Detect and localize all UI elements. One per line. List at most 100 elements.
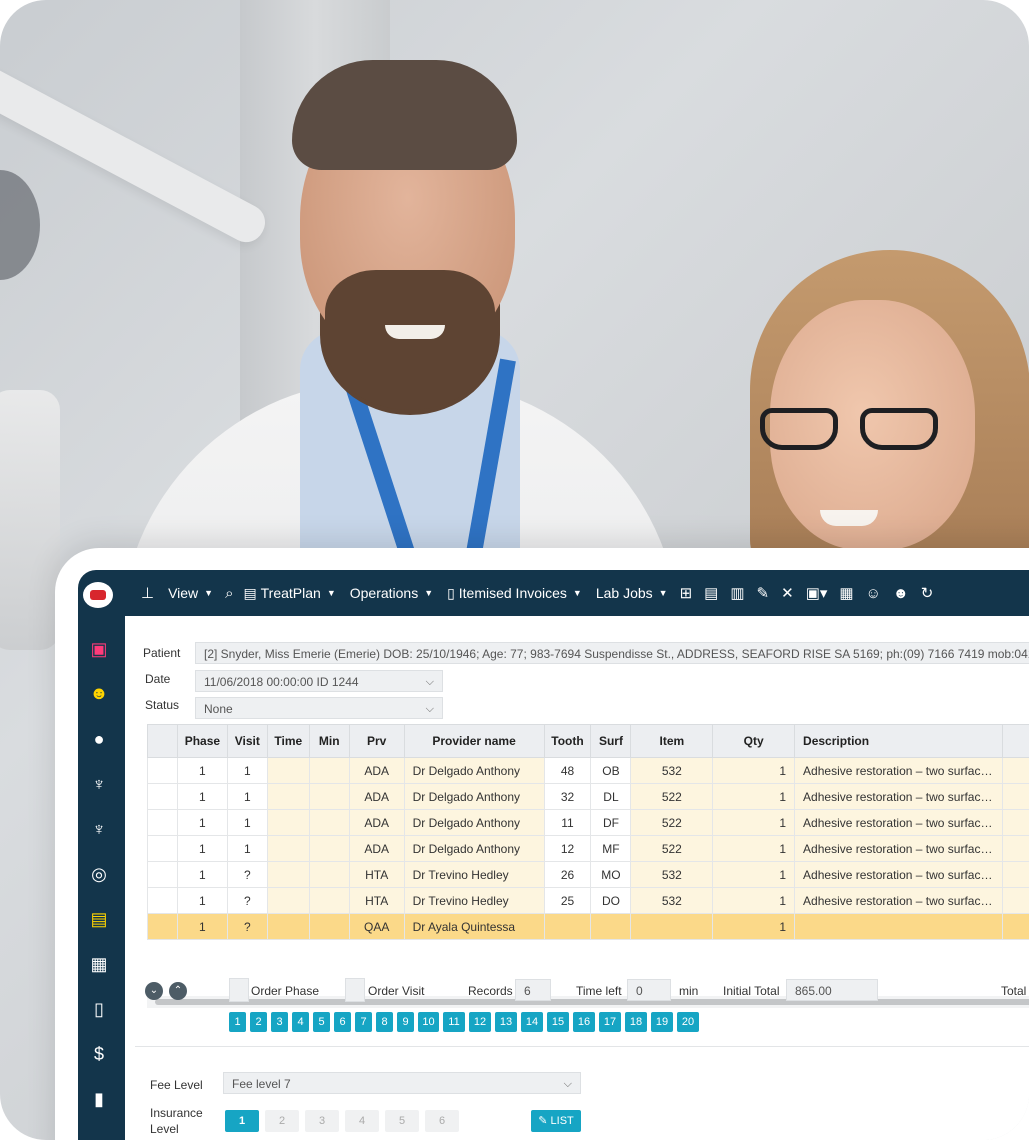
page-button[interactable]: 1 <box>229 1012 246 1032</box>
table-cell[interactable]: Adhesive restoration – two surfac… <box>794 783 1004 810</box>
column-header[interactable]: Qty <box>712 724 796 758</box>
page-button[interactable]: 14 <box>521 1012 543 1032</box>
table-cell[interactable]: 11 <box>543 809 592 836</box>
insurance-level-button[interactable]: 3 <box>305 1110 339 1132</box>
insurance-level-button[interactable]: 4 <box>345 1110 379 1132</box>
time-left-field[interactable]: 0 <box>627 979 671 1001</box>
table-cell[interactable]: OB <box>590 757 632 784</box>
page-button[interactable]: 5 <box>313 1012 330 1032</box>
page-button[interactable]: 6 <box>334 1012 351 1032</box>
table-cell[interactable]: 1 <box>712 783 796 810</box>
column-header[interactable]: Min <box>308 724 350 758</box>
table-cell[interactable] <box>308 783 350 810</box>
table-cell[interactable]: 1 <box>176 757 228 784</box>
page-button[interactable]: 13 <box>495 1012 517 1032</box>
table-cell[interactable]: 1 <box>712 809 796 836</box>
table-cell[interactable]: 1 <box>176 835 228 862</box>
table-cell[interactable]: DL <box>590 783 632 810</box>
table-cell[interactable] <box>308 757 350 784</box>
table-cell[interactable]: 1 <box>712 757 796 784</box>
table-cell[interactable]: 1 <box>712 835 796 862</box>
page-button[interactable]: 20 <box>677 1012 699 1032</box>
table-cell[interactable]: 1 <box>176 887 228 914</box>
table-cell[interactable]: Dr Delgado Anthony <box>403 835 545 862</box>
page-button[interactable]: 17 <box>599 1012 621 1032</box>
insurance-level-button[interactable]: 5 <box>385 1110 419 1132</box>
user-icon[interactable]: ● <box>88 728 110 750</box>
page-button[interactable]: 16 <box>573 1012 595 1032</box>
table-row[interactable]: 1 1 ADA Dr Delgado Anthony 12 MF 522 1 Adhesive … <box>147 835 1029 862</box>
pager-icon[interactable]: ▣▾ <box>806 584 828 602</box>
table-row[interactable]: 1 1 ADA Dr Delgado Anthony 32 DL 522 1 Adhesive … <box>147 783 1029 810</box>
page-button[interactable]: 11 <box>443 1012 465 1032</box>
table-cell[interactable]: 522 <box>630 809 714 836</box>
table-cell[interactable]: Adhesive restoration – two surfac… <box>794 757 1004 784</box>
page-button[interactable]: 8 <box>376 1012 393 1032</box>
table-cell[interactable]: HTA <box>348 861 405 888</box>
smiley-icon[interactable]: ☻ <box>88 682 110 704</box>
table-cell[interactable]: 522 <box>630 783 714 810</box>
table-cell[interactable] <box>266 783 310 810</box>
column-header[interactable]: Prv <box>348 724 405 758</box>
page-button[interactable]: 2 <box>250 1012 267 1032</box>
table-cell[interactable] <box>308 913 350 940</box>
table-row[interactable]: 1? QAA Dr Ayala Quintessa 1 <box>147 913 1029 940</box>
table-cell[interactable]: ? <box>226 913 268 940</box>
table-cell[interactable]: 1 <box>712 887 796 914</box>
operations-menu[interactable]: Operations ▼ <box>350 585 433 601</box>
order-phase-checkbox[interactable] <box>229 978 249 1002</box>
lab-jobs-menu[interactable]: Lab Jobs ▼ <box>596 585 668 601</box>
column-header[interactable]: Time <box>266 724 310 758</box>
dollar-icon[interactable]: $ <box>88 1043 110 1065</box>
table-cell[interactable] <box>630 913 714 940</box>
table-cell[interactable] <box>308 887 350 914</box>
table-cell[interactable]: 1 <box>226 809 268 836</box>
refresh-icon[interactable]: ↻ <box>921 584 934 602</box>
column-header[interactable]: Tooth <box>543 724 592 758</box>
table-cell[interactable]: 1 <box>176 861 228 888</box>
row-selector[interactable] <box>147 783 178 810</box>
print-icon[interactable]: ▥ <box>730 584 744 602</box>
table-cell[interactable]: 532 <box>630 887 714 914</box>
table-row[interactable]: 1? HTA Dr Trevino Hedley 25 DO 532 1 Adhesive r… <box>147 887 1029 914</box>
row-selector[interactable] <box>147 887 178 914</box>
table-cell[interactable]: MO <box>590 861 632 888</box>
pin-icon[interactable]: ⊥ <box>141 584 154 602</box>
page-button[interactable]: 10 <box>418 1012 439 1032</box>
tooth-circle-icon[interactable]: ◎ <box>88 863 110 885</box>
table-row[interactable]: 1? HTA Dr Trevino Hedley 26 MO 532 1 Adhesive r… <box>147 861 1029 888</box>
tooth-outline-icon[interactable]: ♆ <box>88 818 110 840</box>
table-cell[interactable]: Dr Trevino Hedley <box>403 861 545 888</box>
order-visit-checkbox[interactable] <box>345 978 365 1002</box>
table-cell[interactable]: 48 <box>543 757 592 784</box>
page-button[interactable]: 9 <box>397 1012 414 1032</box>
row-selector[interactable] <box>147 835 178 862</box>
insurance-level-button[interactable]: 1 <box>225 1110 259 1132</box>
table-cell[interactable]: ADA <box>348 809 405 836</box>
status-select[interactable]: None ⌵ <box>195 697 443 719</box>
table-cell[interactable]: Dr Ayala Quintessa <box>403 913 545 940</box>
table-cell[interactable]: 532 <box>630 861 714 888</box>
table-cell[interactable]: Dr Delgado Anthony <box>403 809 545 836</box>
tooth-icon[interactable]: ♆ <box>88 773 110 795</box>
table-cell[interactable]: 1 <box>226 783 268 810</box>
insurance-level-button[interactable]: 2 <box>265 1110 299 1132</box>
page-button[interactable]: 19 <box>651 1012 673 1032</box>
table-cell[interactable]: MF <box>590 835 632 862</box>
table-cell[interactable] <box>543 913 592 940</box>
table-cell[interactable]: 32 <box>543 783 592 810</box>
initial-total-field[interactable]: 865.00 <box>786 979 878 1001</box>
document-icon[interactable]: ▯ <box>88 998 110 1020</box>
table-cell[interactable]: ? <box>226 887 268 914</box>
table-cell[interactable]: Dr Delgado Anthony <box>403 783 545 810</box>
insurance-level-button[interactable]: 6 <box>425 1110 459 1132</box>
table-cell[interactable]: 1 <box>176 913 228 940</box>
table-cell[interactable]: 522 <box>630 835 714 862</box>
column-header[interactable]: Description <box>794 724 1004 758</box>
table-cell[interactable]: Adhesive restoration – two surfac… <box>794 809 1004 836</box>
table-cell[interactable]: 1 <box>176 809 228 836</box>
close-icon[interactable]: ✕ <box>781 584 794 602</box>
page-button[interactable]: 12 <box>469 1012 491 1032</box>
table-cell[interactable]: 1 <box>712 861 796 888</box>
view-menu[interactable]: View ▼ <box>168 585 213 601</box>
